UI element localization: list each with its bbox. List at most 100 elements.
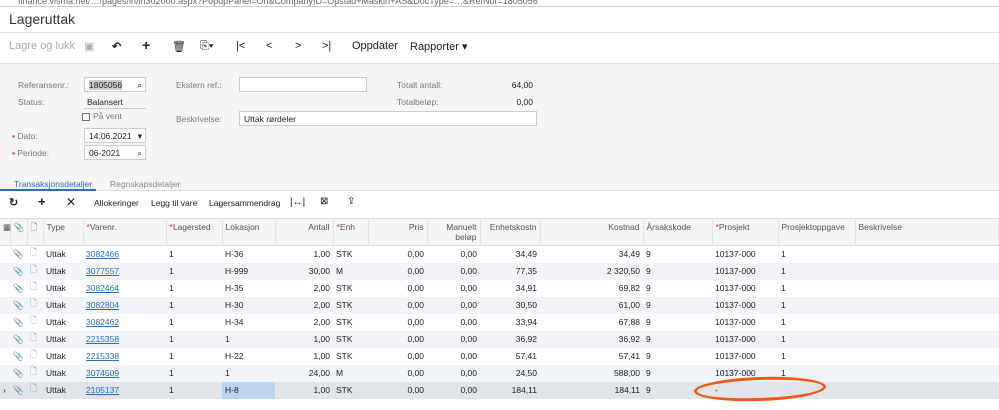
note-icon[interactable]: 🗋 xyxy=(27,330,43,348)
table-row[interactable]: 📎 🗋 Uttak 3074509 1 1 24,00 M 0,00 0,00 24,50 588,0… xyxy=(0,364,999,382)
column-header-label: Type xyxy=(46,222,65,232)
period-field[interactable]: 06-2021 ⌕ xyxy=(84,145,146,160)
table-row[interactable]: 📎 🗋 Uttak 3077557 1 H-999 30,00 M 0,00 0,00 77,35 2… xyxy=(0,262,999,280)
cell-2: 1 xyxy=(169,351,174,361)
row-selector-icon[interactable] xyxy=(0,280,10,297)
column-header[interactable]: Lokasjon xyxy=(222,218,276,246)
save-icon[interactable]: ▣ xyxy=(84,40,94,53)
address-bar[interactable]: finance.visma.net/…/pages/in/in302000.as… xyxy=(0,0,999,7)
add-item-button[interactable]: Legg til vare xyxy=(151,198,197,208)
column-header[interactable]: Beskrivelse xyxy=(855,218,999,246)
attachment-icon[interactable]: 📎 xyxy=(10,296,27,314)
column-header[interactable]: *Prosjekt xyxy=(712,218,779,246)
divider xyxy=(0,32,999,33)
column-header[interactable]: Kostnad xyxy=(540,218,644,246)
attachment-icon[interactable]: 📎 xyxy=(10,280,27,297)
delete-icon[interactable]: 🗑 xyxy=(172,40,186,53)
attachment-icon[interactable]: 📎 xyxy=(10,348,27,365)
attachment-icon[interactable]: 📎 xyxy=(10,262,27,280)
column-header[interactable]: Type xyxy=(43,218,84,246)
tab-transaction-details[interactable]: Transaksjonsdetaljer xyxy=(14,179,92,189)
date-field[interactable]: 14.06.2021 ▾ xyxy=(84,128,146,143)
column-header[interactable]: *Lagersted xyxy=(166,218,223,246)
next-record-icon[interactable]: > xyxy=(295,40,301,52)
row-selector-icon[interactable] xyxy=(0,296,10,314)
note-icon[interactable]: 🗋 xyxy=(27,262,43,280)
table-row[interactable]: 📎 🗋 Uttak 2215338 1 H-22 1,00 STK 0,00 0,00 57,41 5… xyxy=(0,348,999,365)
copy-paste-icon[interactable]: ⎘▾ xyxy=(200,40,213,53)
table-row[interactable]: 📎 🗋 Uttak 3082464 1 H-35 2,00 STK 0,00 0,00 34,91 6… xyxy=(0,280,999,297)
allocations-button[interactable]: Allokeringer xyxy=(94,198,139,208)
cell-1[interactable]: 3074509 xyxy=(83,364,166,382)
table-row[interactable]: 📎 🗋 Uttak 3082804 1 H-30 2,00 STK 0,00 0,00 30,50 6… xyxy=(0,296,999,314)
note-icon[interactable]: 🗋 xyxy=(27,364,43,382)
search-icon[interactable]: ⌕ xyxy=(137,148,142,159)
table-row[interactable]: 📎 🗋 Uttak 3082462 1 H-34 2,00 STK 0,00 0,00 33,94 6… xyxy=(0,314,999,331)
undo-icon[interactable]: ↶ xyxy=(112,40,121,53)
tab-accounting-details[interactable]: Regnskapsdetaljer xyxy=(110,179,180,189)
attachment-icon[interactable]: 📎 xyxy=(10,330,27,348)
note-icon[interactable]: 🗋 xyxy=(27,348,43,365)
row-selector-icon[interactable] xyxy=(0,246,10,263)
reports-menu[interactable]: Rapporter ▾ xyxy=(410,40,468,53)
cell-1[interactable]: 2215358 xyxy=(83,330,166,348)
note-icon[interactable]: 🗋 xyxy=(27,246,43,263)
chevron-down-icon[interactable]: ▾ xyxy=(138,131,142,142)
row-selector-icon[interactable] xyxy=(0,330,10,348)
note-icon[interactable]: 🗋 xyxy=(27,280,43,297)
cell-9: 588,00 xyxy=(540,364,643,382)
refresh-icon[interactable]: ↻ xyxy=(9,196,18,209)
column-header[interactable]: *Enh xyxy=(333,218,369,246)
attachment-icon[interactable]: 📎 xyxy=(10,246,27,263)
column-header[interactable]: Årsakskode xyxy=(643,218,713,246)
add-icon[interactable]: + xyxy=(142,37,150,53)
row-selector-icon[interactable] xyxy=(0,262,10,280)
delete-row-icon[interactable]: ✕ xyxy=(66,195,76,209)
column-header[interactable]: Manuelt beløp xyxy=(427,218,481,246)
description-field[interactable]: Uttak rørdeler xyxy=(239,111,537,126)
hold-checkbox[interactable] xyxy=(82,113,90,121)
row-selector-icon[interactable]: › xyxy=(0,381,10,399)
column-header[interactable]: *Varenr. xyxy=(83,218,167,246)
table-row[interactable]: › 📎 🗋 Uttak 2105137 1 H-8 1,00 STK 0,00 0,00 184,11… xyxy=(0,381,999,399)
cell-9: 67,88 xyxy=(618,317,640,327)
add-row-icon[interactable]: + xyxy=(38,194,46,209)
fit-columns-icon[interactable]: |↔| xyxy=(290,197,305,208)
column-header[interactable]: Pris xyxy=(368,218,428,246)
ref-field[interactable]: 1805056 ⌕ xyxy=(84,77,146,92)
note-icon[interactable]: 🗋 xyxy=(27,314,43,331)
table-row[interactable]: 📎 🗋 Uttak 3082466 1 H-36 1,00 STK 0,00 0,00 34,49 3… xyxy=(0,246,999,263)
hold-label: På vent xyxy=(93,111,122,121)
attachment-icon[interactable]: 📎 xyxy=(10,314,27,331)
update-button[interactable]: Oppdater xyxy=(352,40,398,52)
extref-field[interactable] xyxy=(239,77,367,92)
cell-1[interactable]: 3082464 xyxy=(83,280,166,297)
attachment-icon[interactable]: 📎 xyxy=(10,381,27,399)
column-header[interactable]: Antall xyxy=(275,218,334,246)
last-record-icon[interactable]: >| xyxy=(322,40,331,52)
inventory-summary-button[interactable]: Lagersammendrag xyxy=(209,198,280,208)
first-record-icon[interactable]: |< xyxy=(236,40,245,52)
column-header[interactable]: Enhetskostn xyxy=(480,218,541,246)
cell-11: 10137-000 xyxy=(715,351,756,361)
column-header[interactable]: Prosjektoppgave xyxy=(778,218,856,246)
row-selector-icon[interactable] xyxy=(0,364,10,382)
cell-1[interactable]: 3082804 xyxy=(83,296,166,314)
search-icon[interactable]: ⌕ xyxy=(137,80,142,91)
table-row[interactable]: 📎 🗋 Uttak 2215358 1 1 1,00 STK 0,00 0,00 36,92 36,9… xyxy=(0,330,999,348)
upload-icon[interactable]: ⇪ xyxy=(347,196,355,207)
cell-1[interactable]: 3077557 xyxy=(83,262,166,280)
save-close-button[interactable]: Lagre og lukk xyxy=(9,40,75,52)
cell-1[interactable]: 3082462 xyxy=(83,314,166,331)
row-selector-icon[interactable] xyxy=(0,348,10,365)
cell-1[interactable]: 3082466 xyxy=(83,246,166,263)
note-icon[interactable]: 🗋 xyxy=(27,296,43,314)
cell-1[interactable]: 2105137 xyxy=(83,381,166,399)
attachment-icon[interactable]: 📎 xyxy=(10,364,27,382)
row-selector-icon[interactable] xyxy=(0,314,10,331)
columns-config-icon[interactable]: ▦ xyxy=(0,218,11,246)
cell-1[interactable]: 2215338 xyxy=(83,348,166,365)
export-excel-icon[interactable]: ⊠ xyxy=(320,196,328,207)
note-icon[interactable]: 🗋 xyxy=(27,381,43,399)
previous-record-icon[interactable]: < xyxy=(266,40,272,52)
